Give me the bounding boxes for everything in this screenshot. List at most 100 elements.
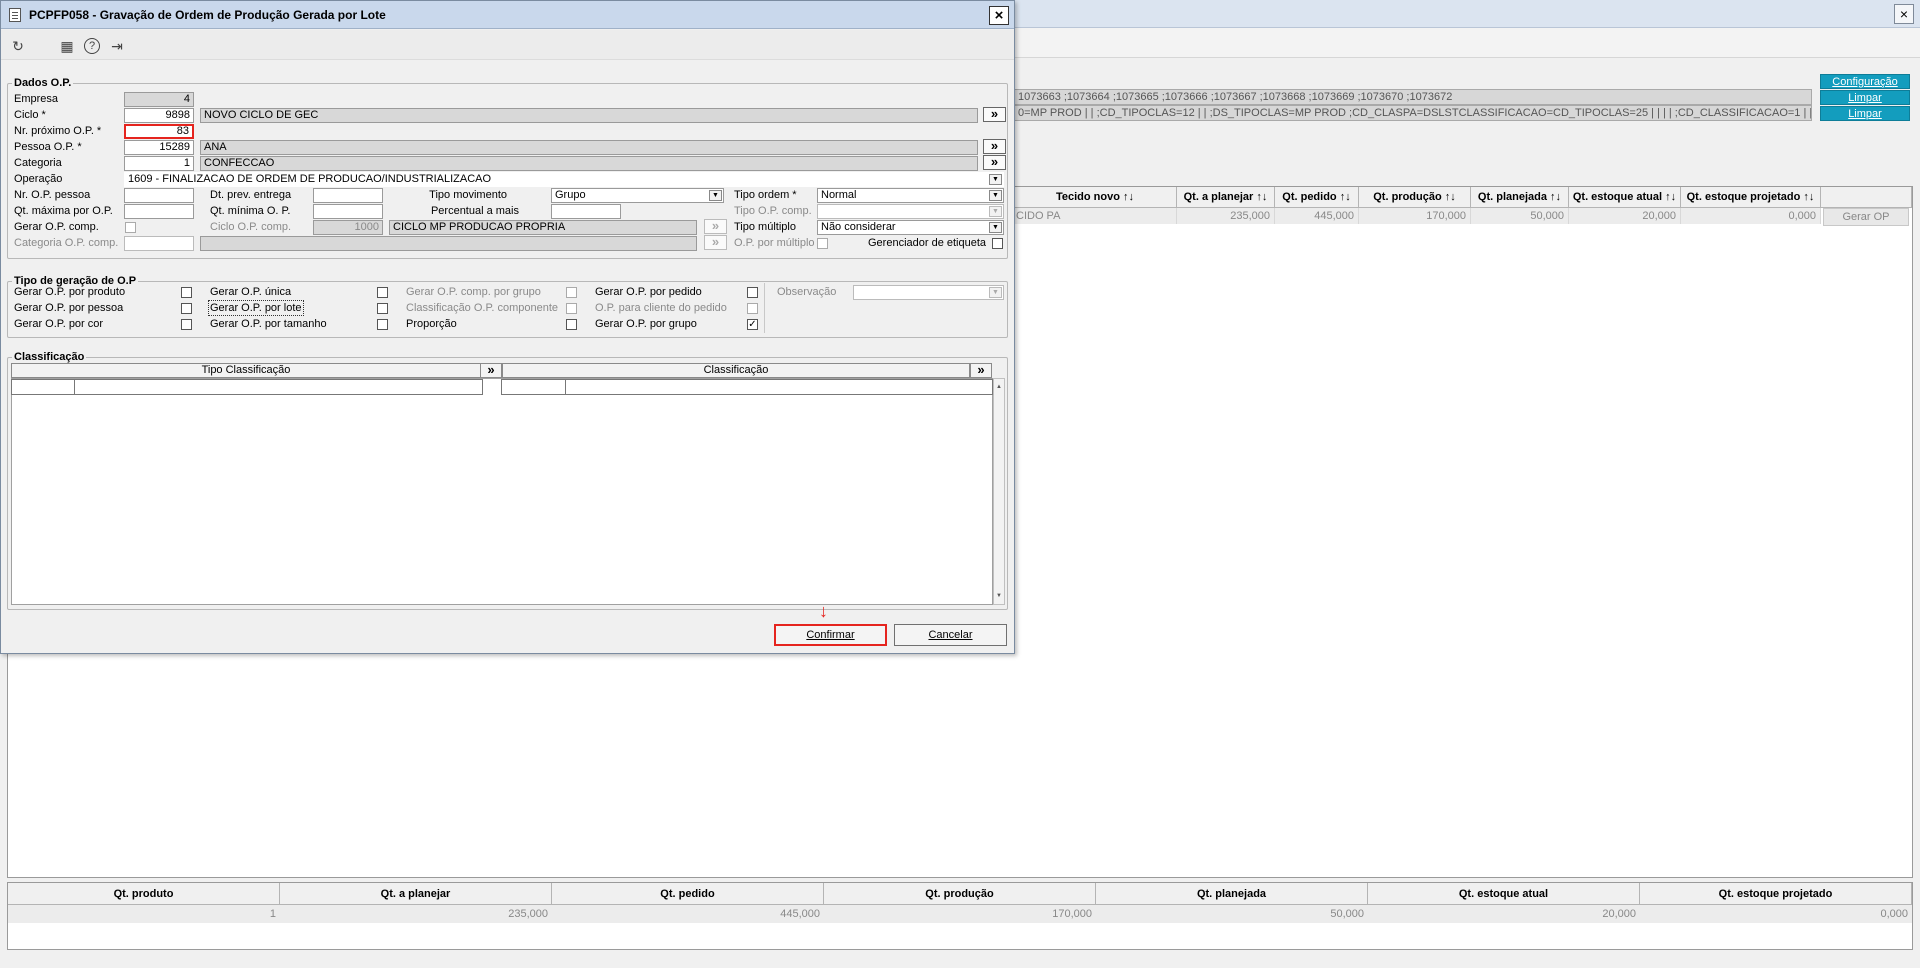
ciclo-op-comp-description: CICLO MP PRODUCAO PROPRIA [389,220,697,235]
operacao-select[interactable]: 1609 - FINALIZACAO DE ORDEM DE PRODUCAO/… [124,172,1004,187]
classificacao-op-componente-label: Classificação O.P. componente [406,302,559,314]
sum-value-qt-a-planejar: 235,000 [280,905,552,923]
nr-proximo-op-field[interactable]: 83 [124,124,194,139]
op-para-cliente-do-pedido-checkbox[interactable] [747,303,758,314]
gerar-op-por-pedido-checkbox[interactable] [747,287,758,298]
grid-cell-qt-estoque-projetado: 0,000 [1681,208,1821,224]
col-header-action [1821,187,1912,208]
gerar-op-comp-por-grupo-checkbox[interactable] [566,287,577,298]
gerar-op-por-tamanho-label: Gerar O.P. por tamanho [210,318,327,330]
classificacao-op-componente-checkbox[interactable] [566,303,577,314]
op-por-multiplo-checkbox[interactable] [817,238,828,249]
tipo-classificacao-expand-button[interactable]: » [480,363,502,378]
filter-classification-field[interactable]: 0=MP PROD | | ;CD_TIPOCLAS=12 | | ;DS_TI… [1014,105,1812,121]
tipo-ordem-select[interactable]: Normal ▼ [817,188,1004,203]
limpar-button-1[interactable]: Limpar [1820,90,1910,105]
col-header-qt-a-planejar[interactable]: Qt. a planejar ↑↓ [1177,187,1275,208]
scroll-down-icon[interactable]: ▼ [994,590,1004,602]
tipo-multiplo-select[interactable]: Não considerar ▼ [817,220,1004,235]
scroll-up-icon[interactable]: ▲ [994,381,1004,393]
classificacao-cell[interactable] [74,379,483,395]
col-header-qt-estoque-atual[interactable]: Qt. estoque atual ↑↓ [1569,187,1681,208]
nr-op-pessoa-field[interactable] [124,188,194,203]
dialog-close-button[interactable]: × [989,6,1009,25]
nr-op-pessoa-label: Nr. O.P. pessoa [14,189,91,201]
categoria-op-comp-lookup-button[interactable]: » [704,235,727,250]
ciclo-label: Ciclo * [14,109,46,121]
categoria-lookup-button[interactable]: » [983,155,1006,170]
col-header-qt-estoque-projetado[interactable]: Qt. estoque projetado ↑↓ [1681,187,1821,208]
pessoa-op-field[interactable]: 15289 [124,140,194,155]
tipo-op-comp-select[interactable]: ▼ [817,204,1004,219]
configuracao-button[interactable]: Configuração [1820,74,1910,89]
col-header-tipo-classificacao[interactable]: Tipo Classificação [11,363,481,378]
chevron-down-icon[interactable]: ▼ [989,206,1002,217]
col-header-classificacao[interactable]: Classificação [502,363,970,378]
gerar-op-por-tamanho-checkbox[interactable] [377,319,388,330]
qt-minima-field[interactable] [313,204,383,219]
categoria-field[interactable]: 1 [124,156,194,171]
tipo-movimento-select[interactable]: Grupo ▼ [551,188,724,203]
chevron-down-icon[interactable]: ▼ [989,174,1002,185]
gerar-op-por-produto-label: Gerar O.P. por produto [14,286,126,298]
chevron-down-icon[interactable]: ▼ [989,190,1002,201]
gerar-op-unica-checkbox[interactable] [377,287,388,298]
gerar-op-por-lote-checkbox[interactable] [377,303,388,314]
grid-cell-qt-a-planejar: 235,000 [1177,208,1275,224]
gerar-op-por-pessoa-label: Gerar O.P. por pessoa [14,302,124,314]
document-icon [9,8,21,22]
tipo-op-comp-label: Tipo O.P. comp. [734,205,812,217]
col-header-qt-producao[interactable]: Qt. produção ↑↓ [1359,187,1471,208]
exit-icon[interactable]: ⇥ [108,37,126,55]
percentual-a-mais-field[interactable] [551,204,621,219]
gerar-op-button[interactable]: Gerar OP [1823,208,1909,226]
categoria-description: CONFECCAO [200,156,978,171]
gerar-op-por-produto-checkbox[interactable] [181,287,192,298]
limpar-button-2[interactable]: Limpar [1820,106,1910,121]
chevron-down-icon[interactable]: ▼ [709,190,722,201]
chevron-down-icon[interactable]: ▼ [989,287,1002,298]
cancelar-label: Cancelar [928,629,973,641]
pessoa-op-description: ANA [200,140,978,155]
observacao-select[interactable]: ▼ [853,285,1004,300]
calendar-icon[interactable]: ▦ [58,37,76,55]
ciclo-field[interactable]: 9898 [124,108,194,123]
classificacao-cell[interactable] [501,379,566,395]
col-header-tecido-novo[interactable]: Tecido novo ↑↓ [1014,187,1177,208]
filter-ids-field[interactable]: 1073663 ;1073664 ;1073665 ;1073666 ;1073… [1014,89,1812,105]
dt-prev-entrega-label: Dt. prev. entrega [210,189,292,201]
gerar-op-por-pessoa-checkbox[interactable] [181,303,192,314]
percentual-a-mais-label: Percentual a mais [430,205,519,217]
chevron-down-icon[interactable]: ▼ [989,222,1002,233]
classificacao-cell[interactable] [565,379,993,395]
categoria-op-comp-field[interactable] [124,236,194,251]
background-close-button[interactable]: × [1894,4,1914,24]
gerar-op-comp-checkbox[interactable] [125,222,136,233]
grid-cell-qt-pedido: 445,000 [1275,208,1359,224]
sum-header-qt-pedido: Qt. pedido [552,883,824,905]
refresh-icon[interactable]: ↻ [9,37,27,55]
pessoa-op-lookup-button[interactable]: » [983,139,1006,154]
gerar-op-comp-label: Gerar O.P. comp. [14,221,99,233]
cancelar-button[interactable]: Cancelar [894,624,1007,646]
gerar-op-por-grupo-checkbox[interactable]: ✓ [747,319,758,330]
gerar-op-por-cor-checkbox[interactable] [181,319,192,330]
classificacao-expand-button[interactable]: » [970,363,992,378]
classificacao-cell[interactable] [11,379,75,395]
tipo-multiplo-label: Tipo múltiplo [734,221,796,233]
help-icon[interactable]: ? [84,38,100,54]
sum-header-qt-produto: Qt. produto [8,883,280,905]
qt-maxima-field[interactable] [124,204,194,219]
col-header-qt-pedido[interactable]: Qt. pedido ↑↓ [1275,187,1359,208]
sum-header-qt-producao: Qt. produção [824,883,1096,905]
grid-cell-qt-producao: 170,000 [1359,208,1471,224]
sum-header-qt-planejada: Qt. planejada [1096,883,1368,905]
proporcao-checkbox[interactable] [566,319,577,330]
col-header-qt-planejada[interactable]: Qt. planejada ↑↓ [1471,187,1569,208]
ciclo-op-comp-lookup-button[interactable]: » [704,219,727,234]
dt-prev-entrega-field[interactable] [313,188,383,203]
gerenciador-etiqueta-checkbox[interactable] [992,238,1003,249]
confirmar-button[interactable]: Confirmar [774,624,887,646]
ciclo-lookup-button[interactable]: » [983,107,1006,122]
classificacao-scrollbar[interactable] [993,378,1005,605]
